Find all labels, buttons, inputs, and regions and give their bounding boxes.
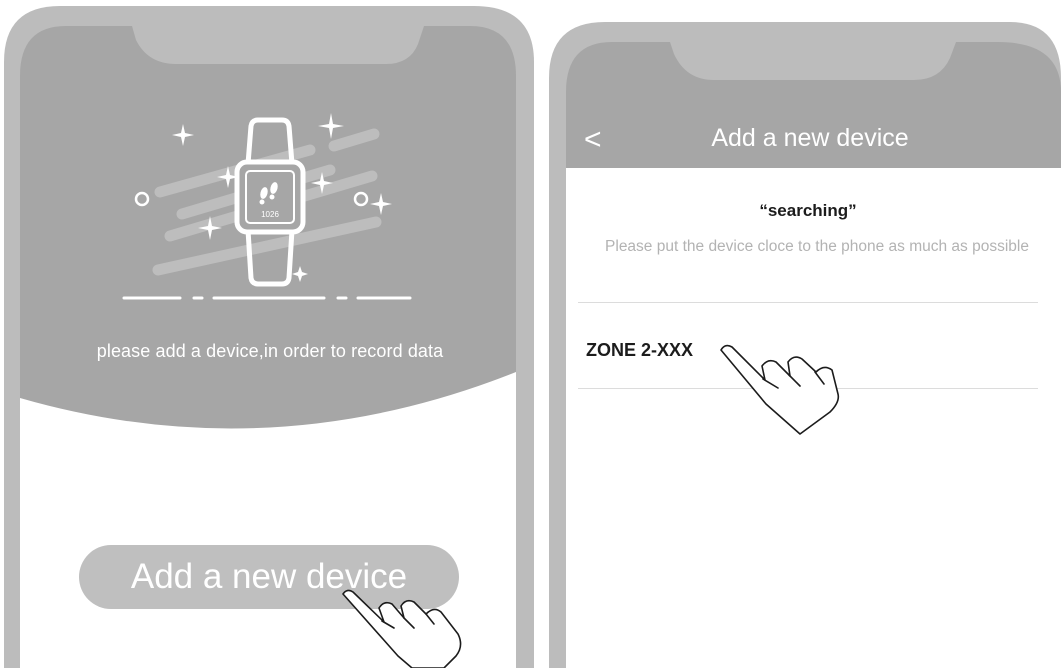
search-instructions: Please put the device cloce to the phone… xyxy=(605,238,1029,255)
add-new-device-button[interactable]: Add a new device xyxy=(79,545,459,609)
add-device-hint: please add a device,in order to record d… xyxy=(96,341,444,361)
smartwatch-icon: 1026 xyxy=(234,117,306,287)
page-title: Add a new device xyxy=(711,124,909,152)
device-list-item[interactable]: ZONE 2-XXX xyxy=(578,304,1038,388)
device-name: ZONE 2-XXX xyxy=(586,340,694,360)
divider xyxy=(578,388,1038,389)
watch-steps: 1026 xyxy=(261,210,279,219)
add-new-device-button-label: Add a new device xyxy=(130,557,408,596)
divider xyxy=(578,302,1038,303)
search-status: “searching” xyxy=(759,201,857,220)
chevron-left-icon: < xyxy=(584,123,602,156)
device-illustration: 1026 xyxy=(122,113,412,300)
